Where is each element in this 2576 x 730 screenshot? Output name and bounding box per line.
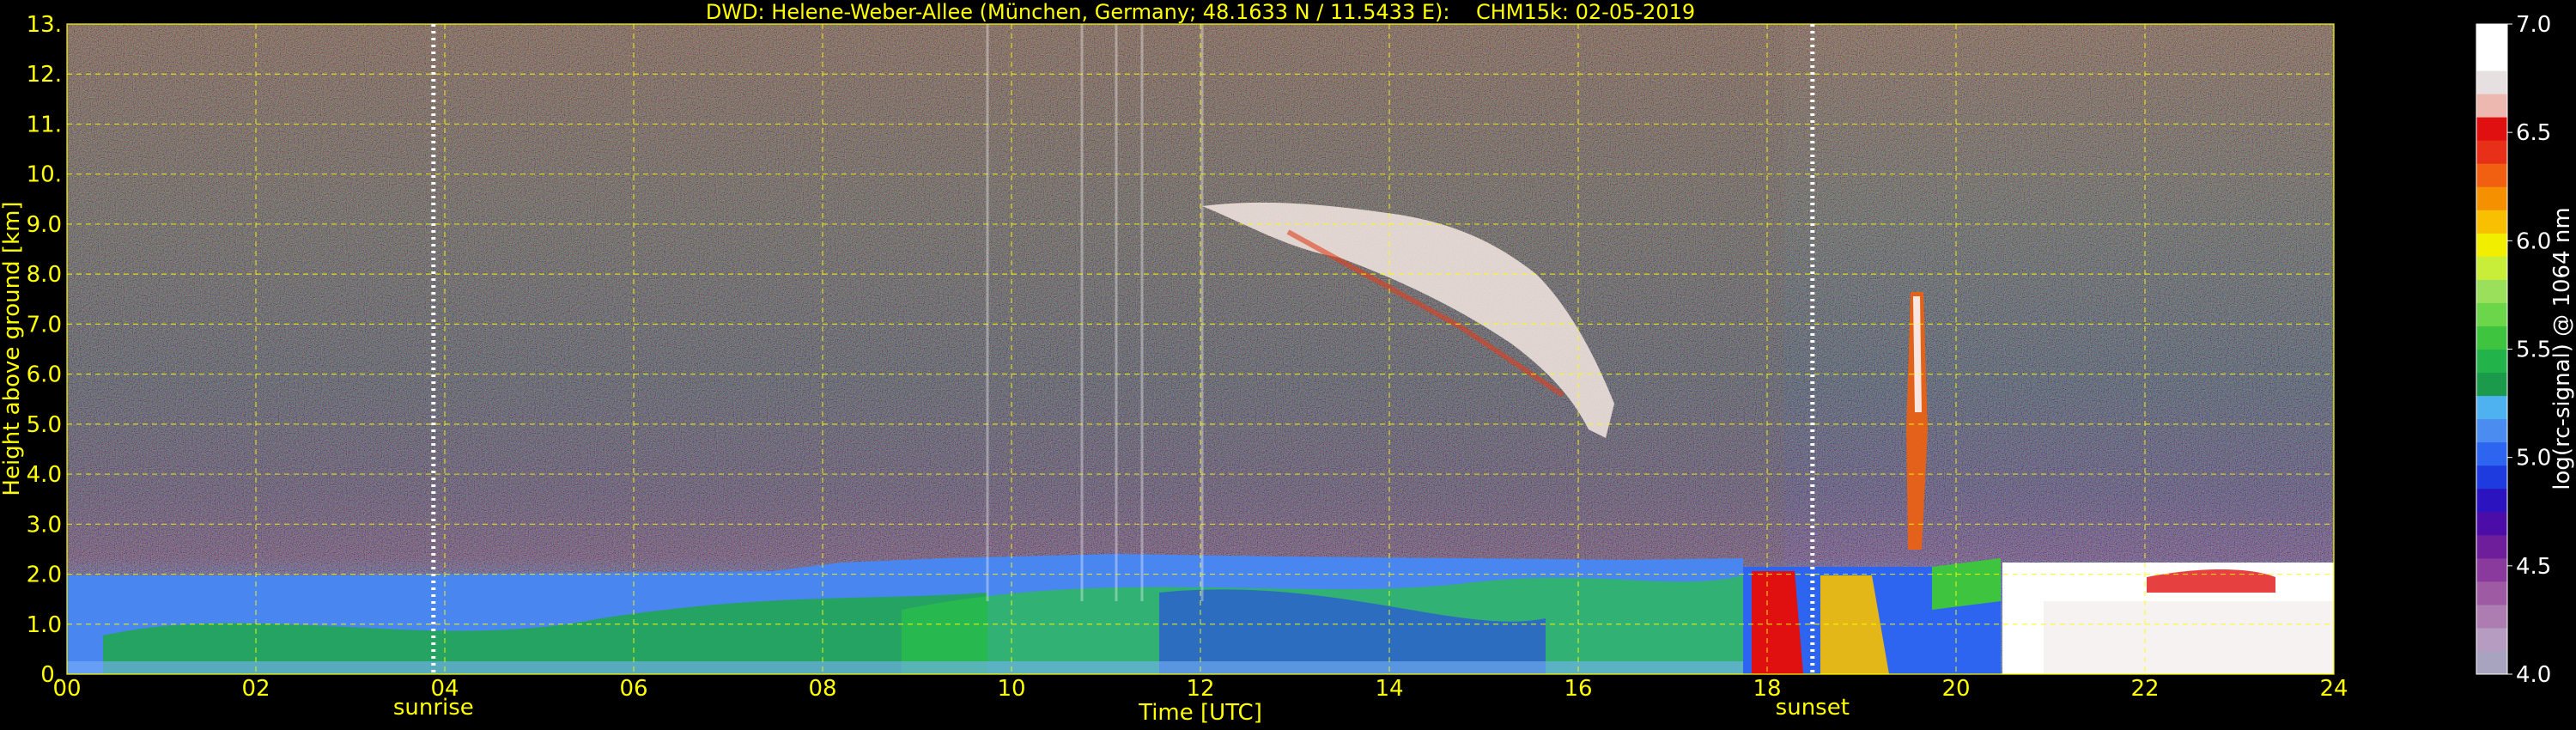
colorbar-swatch	[2476, 117, 2507, 141]
colorbar-tick-label: 5.0	[2516, 446, 2551, 471]
x-tick-label: 22	[2130, 676, 2159, 702]
colorbar-tick-label: 6.5	[2516, 120, 2551, 146]
colorbar-swatch	[2476, 325, 2507, 350]
colorbar-tick-label: 7.0	[2516, 12, 2551, 38]
x-tick-label: 24	[2319, 676, 2348, 702]
x-axis-label: Time [UTC]	[1138, 700, 1262, 726]
colorbar-swatch	[2476, 233, 2507, 257]
colorbar-swatch	[2476, 488, 2507, 513]
colorbar-swatch	[2476, 24, 2507, 48]
y-tick-label: 4.0	[27, 462, 62, 488]
x-tick-label: 06	[619, 676, 647, 702]
colorbar-swatch	[2476, 604, 2507, 629]
y-tick-label: 7.0	[27, 312, 62, 338]
backscatter-field	[67, 24, 2334, 674]
colorbar-swatch	[2476, 395, 2507, 420]
y-tick-labels: 0. 1.0 2.0 3.0 4.0 5.0 6.0 7.0 8.0 9.0 10. 11. 12. 13…	[27, 12, 62, 688]
x-tick-label: 04	[430, 676, 459, 702]
colorbar-swatch	[2476, 302, 2507, 326]
x-tick-label: 18	[1753, 676, 1781, 702]
y-tick-label: 1.0	[27, 612, 62, 638]
colorbar-tick-label: 4.5	[2516, 554, 2551, 580]
y-tick-label: 6.0	[27, 362, 62, 388]
sun-marker-label: sunset	[1776, 695, 1850, 721]
colorbar-swatch	[2476, 94, 2507, 118]
y-tick-label: 11.	[27, 112, 62, 137]
colorbar-swatch	[2476, 186, 2507, 210]
colorbar-label: log(rc-signal) @ 1064 nm	[2549, 207, 2575, 490]
colorbar-swatch	[2476, 372, 2507, 397]
colorbar-swatch	[2476, 256, 2507, 280]
colorbar-swatch	[2476, 163, 2507, 187]
colorbar-swatch	[2476, 650, 2507, 675]
y-tick-label: 10.	[27, 162, 62, 188]
colorbar-swatch	[2476, 465, 2507, 490]
colorbar-tick-labels: 4.0 4.5 5.0 5.5 6.0 6.5 7.0	[2507, 12, 2551, 688]
y-tick-label: 2.0	[27, 563, 62, 588]
colorbar-swatch	[2476, 557, 2507, 582]
colorbar-swatch	[2476, 511, 2507, 536]
y-tick-label: 0.	[40, 662, 62, 688]
colorbar-swatch	[2476, 534, 2507, 559]
colorbar-swatch	[2476, 140, 2507, 164]
colorbar-tick-label: 6.0	[2516, 228, 2551, 254]
y-tick-label: 12.	[27, 62, 62, 88]
colorbar-tick-label: 5.5	[2516, 338, 2551, 363]
colorbar-swatch	[2476, 418, 2507, 443]
colorbar-swatch	[2476, 47, 2507, 71]
colorbar-swatch	[2476, 349, 2507, 374]
colorbar-swatch	[2476, 441, 2507, 466]
x-tick-label: 08	[808, 676, 836, 702]
colorbar-swatch	[2476, 279, 2507, 303]
x-tick-label: 14	[1375, 676, 1403, 702]
x-tick-label: 20	[1941, 676, 1970, 702]
x-tick-label: 16	[1564, 676, 1592, 702]
colorbar-swatch	[2476, 70, 2507, 94]
colorbar-swatch	[2476, 581, 2507, 605]
x-tick-label: 02	[241, 676, 270, 702]
x-tick-label: 12	[1186, 676, 1214, 702]
colorbar-swatch	[2476, 210, 2507, 234]
chart-title: DWD: Helene-Weber-Allee (München, German…	[706, 0, 1695, 24]
y-tick-label: 5.0	[27, 412, 62, 438]
ceilometer-chart: sunrise sunset 00 02 04 06 08 10 12 14 16 18 20 22 24…	[0, 0, 2575, 726]
y-tick-label: 8.0	[27, 262, 62, 288]
y-tick-label: 3.0	[27, 512, 62, 538]
colorbar-swatch	[2476, 627, 2507, 652]
y-axis-label: Height above ground [km]	[0, 201, 25, 496]
y-tick-label: 13.	[27, 12, 62, 38]
colorbar-swatches	[2476, 24, 2507, 675]
x-tick-label: 10	[997, 676, 1025, 702]
y-tick-label: 9.0	[27, 212, 62, 238]
colorbar: 4.0 4.5 5.0 5.5 6.0 6.5 7.0 log(rc-signal) @ 1…	[2476, 12, 2575, 688]
colorbar-tick-label: 4.0	[2516, 662, 2551, 688]
